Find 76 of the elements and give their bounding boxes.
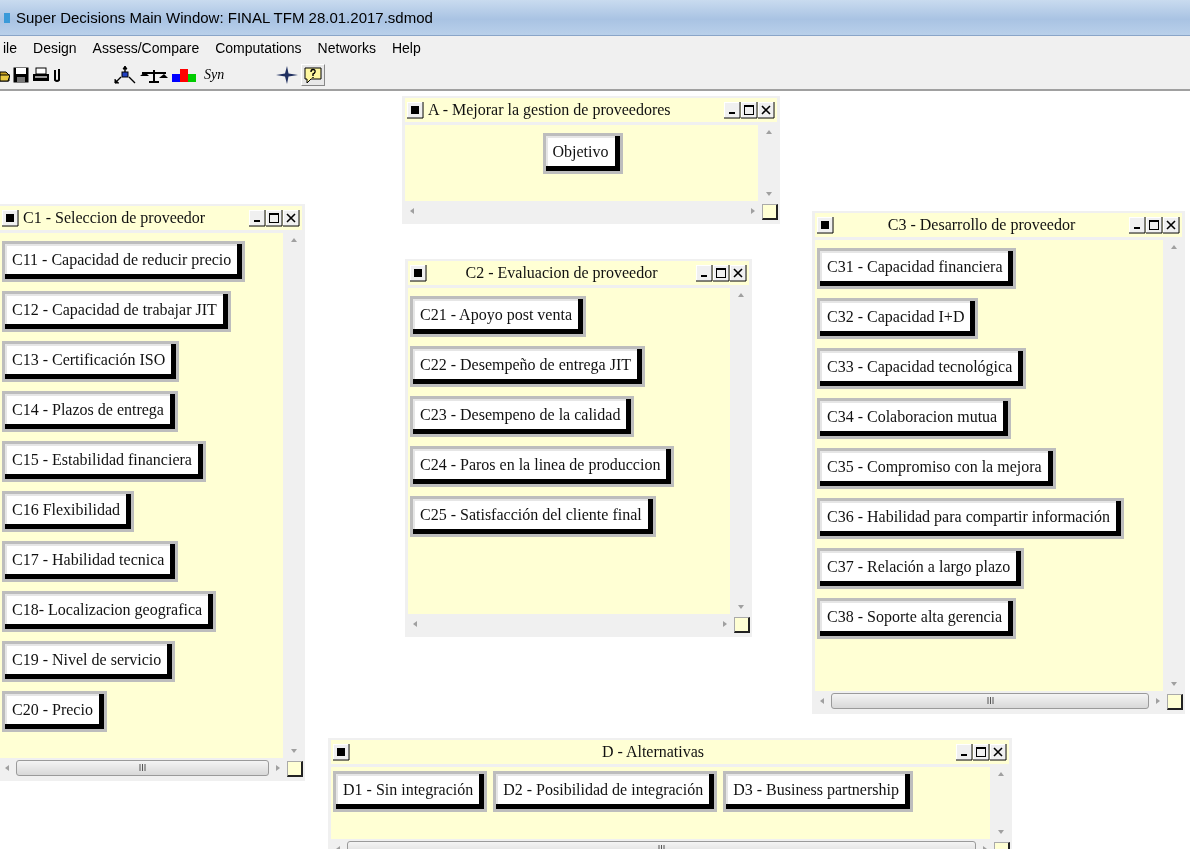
node-button[interactable]: D2 - Posibilidad de integración [493,771,718,812]
maximize-icon[interactable] [973,743,990,761]
cluster-title: A - Mejorar la gestion de proveedores [428,101,671,119]
menu-item[interactable]: ile [0,38,25,58]
bar-chart-icon[interactable] [171,66,197,83]
close-icon[interactable] [730,264,747,282]
node-button[interactable]: C15 - Estabilidad financiera [2,441,206,482]
resize-grip[interactable] [1167,694,1183,710]
grip-icon [139,764,146,771]
app-icon [4,10,10,25]
close-icon[interactable] [758,101,775,119]
maximize-icon[interactable] [713,264,730,282]
print-icon[interactable] [32,66,50,83]
window-title: Super Decisions Main Window: FINAL TFM 28.01.2017.sdmod [16,9,433,26]
menu-item[interactable]: Design [25,38,85,58]
cluster-title: C1 - Seleccion de proveedor [23,209,206,227]
menu-item[interactable]: Help [383,38,429,58]
node-button[interactable]: D1 - Sin integración [333,771,488,812]
maximize-icon[interactable] [741,101,758,119]
node-button[interactable]: C14 - Plazos de entrega [2,391,178,432]
node-button[interactable]: C38 - Soporte alta gerencia [817,598,1017,639]
resize-grip[interactable] [762,204,778,220]
close-icon[interactable] [990,743,1007,761]
menu-item[interactable]: Networks [309,38,384,58]
close-icon[interactable] [1163,216,1180,234]
resize-grip[interactable] [734,617,750,633]
node-button[interactable]: C11 - Capacidad de reducir precio [2,241,246,282]
node-button[interactable]: C22 - Desempeño de entrega JIT [410,346,646,387]
node-button[interactable]: C17 - Habilidad tecnica [2,541,179,582]
save-icon[interactable] [13,66,29,83]
minimize-icon[interactable] [696,264,713,282]
network-icon[interactable] [113,65,137,84]
synthesize-button[interactable]: Syn [204,66,225,83]
system-menu-icon[interactable] [333,743,350,761]
system-menu-icon[interactable] [2,209,19,227]
menu-item[interactable]: Assess/Compare [84,38,208,58]
help-icon [302,64,325,85]
paperclip-icon[interactable] [53,66,61,83]
grip-icon [986,697,994,704]
node-button[interactable]: Objetivo [542,133,623,174]
maximize-icon[interactable] [266,209,283,227]
node-button[interactable]: C31 - Capacidad financiera [817,248,1017,289]
scrollbar-thumb[interactable] [16,759,269,776]
node-button[interactable]: C24 - Paros en la linea de produccion [410,446,675,487]
system-menu-icon[interactable] [410,264,427,282]
node-button[interactable]: D3 - Business partnership [723,771,913,812]
cluster-title: D - Alternativas [601,743,705,761]
maximize-icon[interactable] [1146,216,1163,234]
system-menu-icon[interactable] [817,216,834,234]
node-button[interactable]: C34 - Colaboracion mutua [817,398,1012,439]
minimize-icon[interactable] [956,743,973,761]
node-button[interactable]: C13 - Certificación ISO [2,341,180,382]
minimize-icon[interactable] [724,101,741,119]
node-button[interactable]: C21 - Apoyo post venta [410,296,586,337]
node-button[interactable]: C23 - Desempeno de la calidad [410,396,635,437]
cluster-title: C2 - Evaluacion de proveedor [465,264,658,282]
help-button[interactable] [301,63,326,86]
node-button[interactable]: C20 - Precio [2,691,107,732]
minimize-icon[interactable] [249,209,266,227]
node-button[interactable]: C16 Flexibilidad [2,491,134,532]
node-button[interactable]: C37 - Relación a largo plazo [817,548,1025,589]
scrollbar-thumb[interactable] [831,692,1149,709]
node-button[interactable]: C32 - Capacidad I+D [817,298,979,339]
node-button[interactable]: C25 - Satisfacción del cliente final [410,496,656,537]
resize-grip[interactable] [287,761,303,777]
node-button[interactable]: C19 - Nivel de servicio [2,641,176,682]
system-menu-icon[interactable] [407,101,424,119]
node-button[interactable]: C35 - Compromiso con la mejora [817,448,1056,489]
minimize-icon[interactable] [1129,216,1146,234]
close-icon[interactable] [283,209,300,227]
node-button[interactable]: C33 - Capacidad tecnológica [817,348,1027,389]
node-button[interactable]: C36 - Habilidad para compartir información [817,498,1124,539]
menu-item[interactable]: Computations [207,38,310,58]
node-button[interactable]: C18- Localizacion geografica [2,591,217,632]
cluster-title: C3 - Desarrollo de proveedor [887,216,1076,234]
node-button[interactable]: C12 - Capacidad de trabajar JIT [2,291,231,332]
